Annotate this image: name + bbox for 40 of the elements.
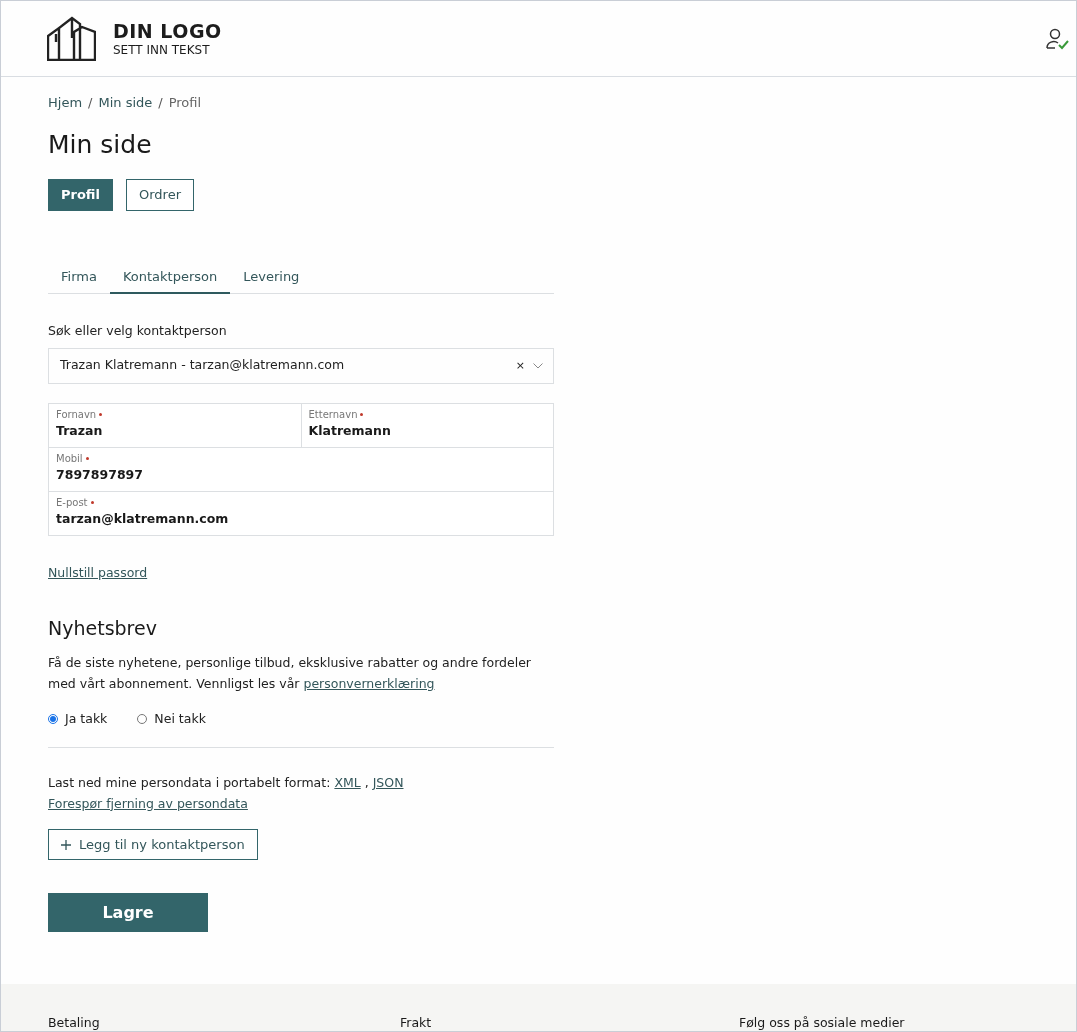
field-label: Søk eller velg kontaktperson <box>48 322 228 340</box>
breadcrumb-link[interactable]: Hjem <box>48 93 83 113</box>
radio-option[interactable]: Nei takk <box>137 710 206 729</box>
text-field[interactable]: E-post tarzan@klatremann.com <box>49 491 553 535</box>
breadcrumb-separator: / <box>88 94 93 113</box>
reset-password-link[interactable]: Nullstill passord <box>48 563 148 583</box>
tab[interactable]: Levering <box>230 262 313 294</box>
download-text: Last ned mine persondata i portabelt format: <box>48 773 331 792</box>
removal-request-link[interactable]: Forespør fjerning av persondata <box>48 794 248 814</box>
section-title: Nyhetsbrev <box>48 615 158 641</box>
page-title: Min side <box>48 129 153 161</box>
plus-icon <box>61 839 71 850</box>
section-button[interactable]: Profil <box>48 179 113 211</box>
add-contact-button[interactable]: Legg til ny kontaktperson <box>48 829 258 861</box>
buildings-logo-icon <box>47 16 96 61</box>
footer-heading: Følg oss på sosiale medier <box>739 1015 905 1030</box>
save-button[interactable]: Lagre <box>48 893 208 933</box>
text-field[interactable]: Fornavn Trazan <box>49 403 301 447</box>
tab[interactable]: Firma <box>48 262 110 294</box>
breadcrumb-link[interactable]: Min side <box>98 93 153 113</box>
separator-text: , <box>364 773 369 792</box>
section-button[interactable]: Ordrer <box>125 179 194 211</box>
clear-icon[interactable]: × <box>515 357 525 374</box>
footer-heading: Frakt <box>400 1015 433 1030</box>
breadcrumb-separator: / <box>158 94 163 113</box>
text-field[interactable]: Etternavn Klatremann <box>301 403 553 447</box>
breadcrumb-current: Profil <box>168 94 202 113</box>
newsletter-text: Få de siste nyhetene, personlige tilbud, eksklusive rabatter og andre fordeler med vårt abonnement. Vennligst les vår personvernerklæring <box>48 654 532 693</box>
radio-option[interactable]: Ja takk <box>48 710 108 729</box>
download-link[interactable]: XML <box>334 773 361 793</box>
contact-select[interactable]: Trazan Klatremann - tarzan@klatremann.com × <box>48 347 554 384</box>
footer-heading: Betaling <box>48 1015 101 1030</box>
logo-title: DIN LOGO <box>113 21 222 41</box>
text-field[interactable]: Mobil 7897897897 <box>49 447 553 491</box>
chevron-down-icon <box>533 362 543 369</box>
user-check-icon[interactable] <box>1046 26 1070 51</box>
logo-subtitle: SETT INN TEKST <box>113 43 211 56</box>
privacy-policy-link[interactable]: personvernerklæring <box>303 676 435 691</box>
download-link[interactable]: JSON <box>372 773 404 793</box>
tab[interactable]: Kontaktperson <box>109 262 231 294</box>
